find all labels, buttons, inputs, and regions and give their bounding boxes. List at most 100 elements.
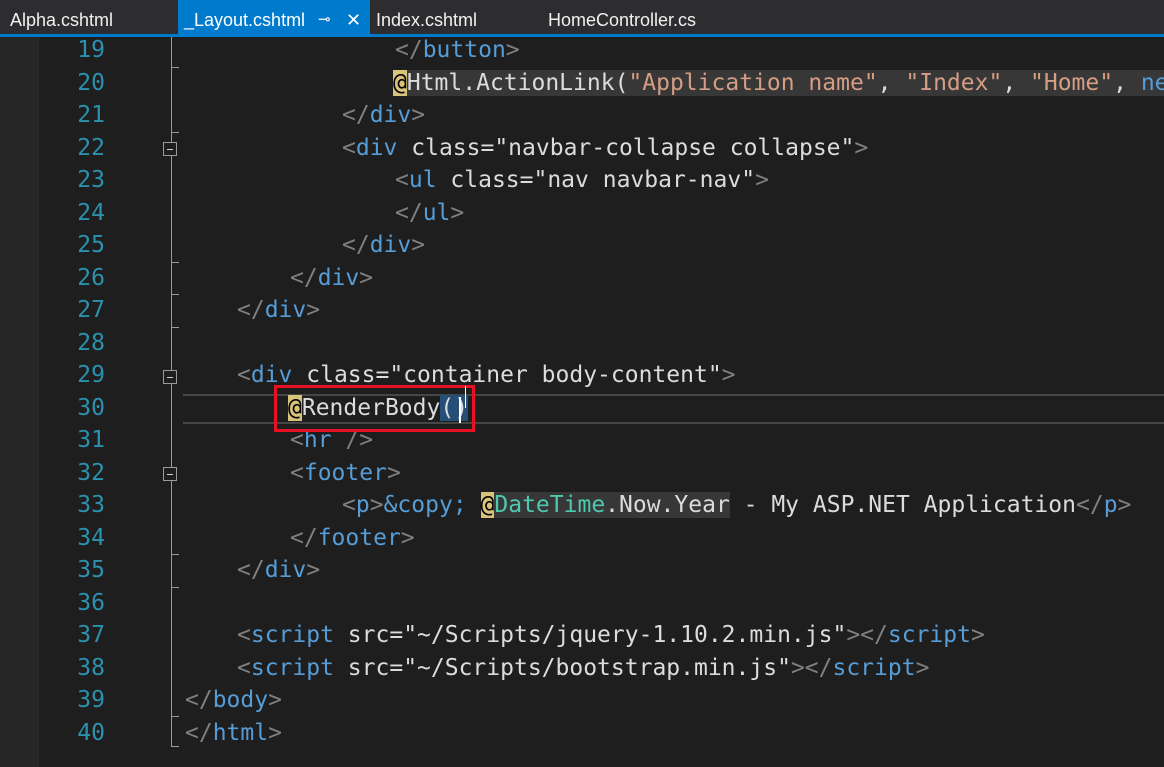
tab-layout-cshtml[interactable]: _Layout.cshtml ⊸ ✕ xyxy=(178,0,370,34)
line-number: 33 xyxy=(77,492,105,518)
code-token: > xyxy=(915,654,930,681)
text-caret xyxy=(459,397,461,423)
code-token: footer xyxy=(303,459,387,486)
code-token: html xyxy=(212,719,269,746)
code-line[interactable]: </body> xyxy=(185,685,282,715)
line-number: 19 xyxy=(77,37,105,63)
code-token: </ xyxy=(342,232,370,258)
code-token: ></ xyxy=(846,622,888,648)
code-token: div xyxy=(369,102,412,128)
code-line[interactable]: </div> xyxy=(290,263,373,293)
code-token: new { xyxy=(1140,69,1164,96)
indicator-margin xyxy=(0,37,38,767)
code-editor[interactable]: 19 20 21 22 23 24 25 26 27 28 29 30 31 32 33 34 35 36 37 38… xyxy=(0,37,1164,767)
outline-tick xyxy=(171,716,179,717)
code-token: div xyxy=(264,557,307,583)
code-line[interactable]: <script src="~/Scripts/jquery-1.10.2.min… xyxy=(237,620,985,650)
code-line[interactable]: </div> xyxy=(237,555,320,585)
code-token: </ xyxy=(290,524,318,551)
code-token: div xyxy=(355,134,398,161)
code-line[interactable]: </div> xyxy=(237,295,320,325)
code-token: "Home" xyxy=(1030,69,1114,96)
code-token: script xyxy=(250,622,334,648)
code-token: @ xyxy=(480,492,495,518)
outline-tick xyxy=(171,262,179,263)
code-token: footer xyxy=(317,524,401,551)
line-number: 34 xyxy=(77,524,105,551)
tab-label: HomeController.cs xyxy=(548,10,697,30)
code-token: > xyxy=(755,167,769,193)
code-token: src="~/Scripts/bootstrap.min.js" xyxy=(333,654,791,681)
code-token: < xyxy=(342,492,356,518)
tab-alpha-cshtml[interactable]: Alpha.cshtml xyxy=(0,0,178,34)
code-token: > xyxy=(970,622,985,648)
code-token: &copy; xyxy=(383,492,467,518)
code-line[interactable]: <div class="navbar-collapse collapse"> xyxy=(342,133,868,163)
code-token: - My ASP.NET Application xyxy=(729,492,1076,518)
outline-tick xyxy=(171,67,179,68)
code-token: Html.ActionLink( xyxy=(406,69,629,96)
code-token: ></ xyxy=(790,654,833,681)
code-token: < xyxy=(342,134,356,161)
code-token: </ xyxy=(185,719,213,746)
code-line[interactable]: <script src="~/Scripts/bootstrap.min.js"… xyxy=(237,653,929,683)
code-line[interactable]: </div> xyxy=(342,230,425,260)
code-token: , xyxy=(1002,69,1031,96)
code-token: > xyxy=(854,134,869,161)
code-line[interactable]: <p>&copy; @DateTime.Now.Year - My ASP.NE… xyxy=(342,490,1131,520)
line-number: 23 xyxy=(77,167,105,193)
code-line[interactable]: <ul class="nav navbar-nav"> xyxy=(395,165,769,195)
line-number: 28 xyxy=(77,329,105,356)
code-line[interactable]: </div> xyxy=(342,100,425,130)
line-number: 31 xyxy=(77,427,105,453)
line-number: 36 xyxy=(77,589,105,616)
outline-tick xyxy=(171,327,179,328)
code-token: class="navbar-collapse collapse" xyxy=(397,134,855,161)
line-number: 26 xyxy=(77,264,105,291)
annotation-highlight-box xyxy=(274,385,475,432)
code-line[interactable]: </footer> xyxy=(290,523,415,553)
code-token: > xyxy=(450,199,465,226)
code-line[interactable]: <footer> xyxy=(290,458,401,488)
code-line[interactable]: </html> xyxy=(185,718,282,748)
line-number: 29 xyxy=(77,362,105,388)
code-token: </ xyxy=(290,264,318,291)
code-line[interactable]: </button> xyxy=(395,37,520,65)
outline-tick xyxy=(171,294,179,295)
code-token: > xyxy=(306,297,321,323)
tab-label: Index.cshtml xyxy=(376,10,478,30)
tab-homecontroller-cs[interactable]: HomeController.cs xyxy=(540,0,740,34)
outline-tick xyxy=(171,746,179,747)
code-token: < xyxy=(237,654,251,681)
code-token: </ xyxy=(395,199,423,226)
code-token: > xyxy=(306,557,321,583)
code-token: < xyxy=(290,459,304,486)
line-number: 38 xyxy=(77,654,105,681)
collapse-toggle-icon[interactable] xyxy=(163,370,177,384)
code-token: > xyxy=(1117,492,1132,518)
code-line[interactable]: @Html.ActionLink("Application name", "In… xyxy=(393,68,1164,98)
collapse-toggle-icon[interactable] xyxy=(163,467,177,481)
ibeam-cursor-icon xyxy=(465,386,468,408)
tab-label: _Layout.cshtml xyxy=(184,10,306,30)
code-token: div xyxy=(264,297,307,323)
collapse-toggle-icon[interactable] xyxy=(163,142,177,156)
code-token: body xyxy=(212,687,269,713)
line-number: 30 xyxy=(77,394,105,421)
line-number: 39 xyxy=(77,687,105,713)
code-token: DateTime xyxy=(494,492,606,518)
code-token: , xyxy=(877,69,906,96)
tab-index-cshtml[interactable]: Index.cshtml xyxy=(370,0,540,34)
code-token: </ xyxy=(237,557,265,583)
code-token: < xyxy=(395,167,409,193)
code-token: script xyxy=(832,654,916,681)
code-token: < xyxy=(237,362,251,388)
line-number: 25 xyxy=(77,232,105,258)
code-token: "Application name" xyxy=(628,69,878,96)
line-number: 32 xyxy=(77,459,105,486)
code-token: > xyxy=(505,37,520,63)
code-token: script xyxy=(250,654,334,681)
code-line[interactable]: </ul> xyxy=(395,198,464,228)
code-token: p xyxy=(355,492,370,518)
